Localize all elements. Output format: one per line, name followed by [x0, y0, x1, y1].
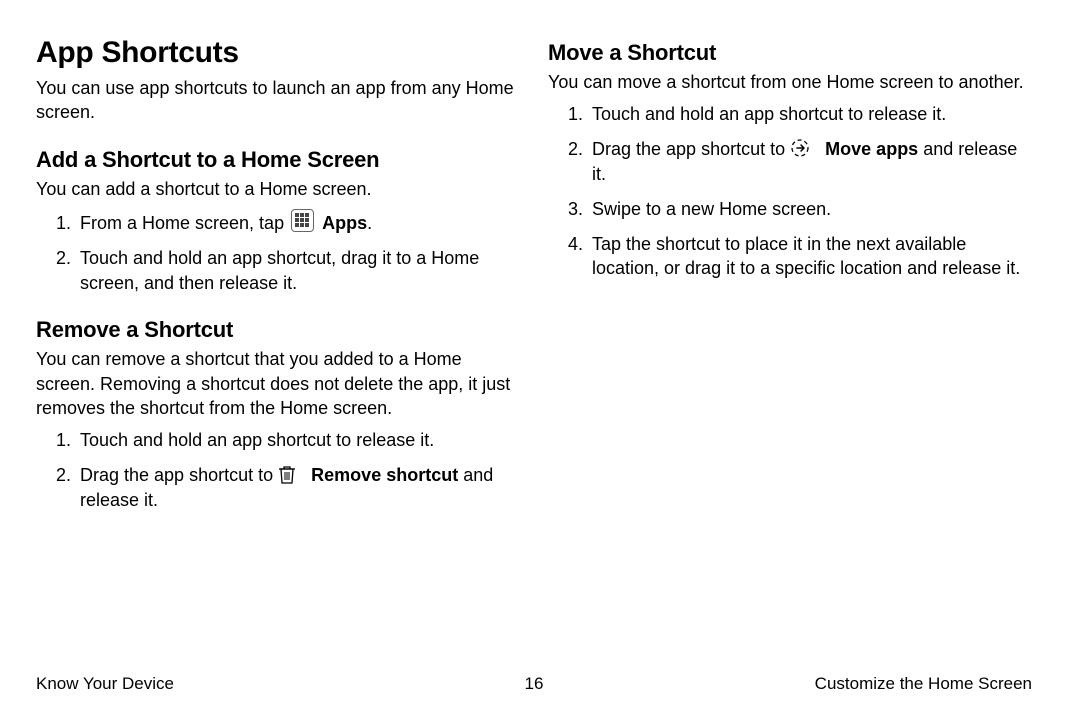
remove-shortcut-intro: You can remove a shortcut that you added… [36, 347, 520, 420]
move-step-4: Tap the shortcut to place it in the next… [588, 232, 1032, 282]
two-column-layout: App Shortcuts You can use app shortcuts … [36, 36, 1032, 523]
right-column: Move a Shortcut You can move a shortcut … [548, 36, 1032, 523]
remove-step-1: Touch and hold an app shortcut to releas… [76, 428, 520, 453]
move-step-3: Swipe to a new Home screen. [588, 197, 1032, 222]
move-step-1: Touch and hold an app shortcut to releas… [588, 102, 1032, 127]
page-title: App Shortcuts [36, 36, 520, 70]
add-step-1: From a Home screen, tap Apps. [76, 209, 520, 236]
trash-icon [278, 464, 296, 484]
move-shortcut-intro: You can move a shortcut from one Home sc… [548, 70, 1032, 94]
add-shortcut-intro: You can add a shortcut to a Home screen. [36, 177, 520, 201]
add-step-1-bold: Apps [322, 213, 367, 233]
apps-grid-icon [291, 209, 314, 232]
left-column: App Shortcuts You can use app shortcuts … [36, 36, 520, 523]
move-step-2: Drag the app shortcut to Move apps and r… [588, 137, 1032, 187]
move-shortcut-steps: Touch and hold an app shortcut to releas… [548, 102, 1032, 281]
remove-step-2-bold: Remove shortcut [311, 465, 458, 485]
intro-paragraph: You can use app shortcuts to launch an a… [36, 76, 520, 125]
add-step-1-post: . [367, 213, 372, 233]
add-step-1-pre: From a Home screen, tap [80, 213, 289, 233]
remove-step-2: Drag the app shortcut to Remove shortcut… [76, 463, 520, 513]
remove-shortcut-heading: Remove a Shortcut [36, 317, 520, 343]
move-step-2-pre: Drag the app shortcut to [592, 139, 790, 159]
manual-page: App Shortcuts You can use app shortcuts … [0, 0, 1080, 720]
move-apps-icon [790, 138, 810, 158]
page-footer: Know Your Device 16 Customize the Home S… [36, 674, 1032, 694]
page-number: 16 [36, 674, 1032, 694]
move-shortcut-heading: Move a Shortcut [548, 40, 1032, 66]
add-shortcut-steps: From a Home screen, tap Apps. Touch and … [36, 209, 520, 295]
move-step-2-bold: Move apps [825, 139, 918, 159]
remove-step-2-pre: Drag the app shortcut to [80, 465, 278, 485]
remove-shortcut-steps: Touch and hold an app shortcut to releas… [36, 428, 520, 512]
add-step-2: Touch and hold an app shortcut, drag it … [76, 246, 520, 296]
add-shortcut-heading: Add a Shortcut to a Home Screen [36, 147, 520, 173]
